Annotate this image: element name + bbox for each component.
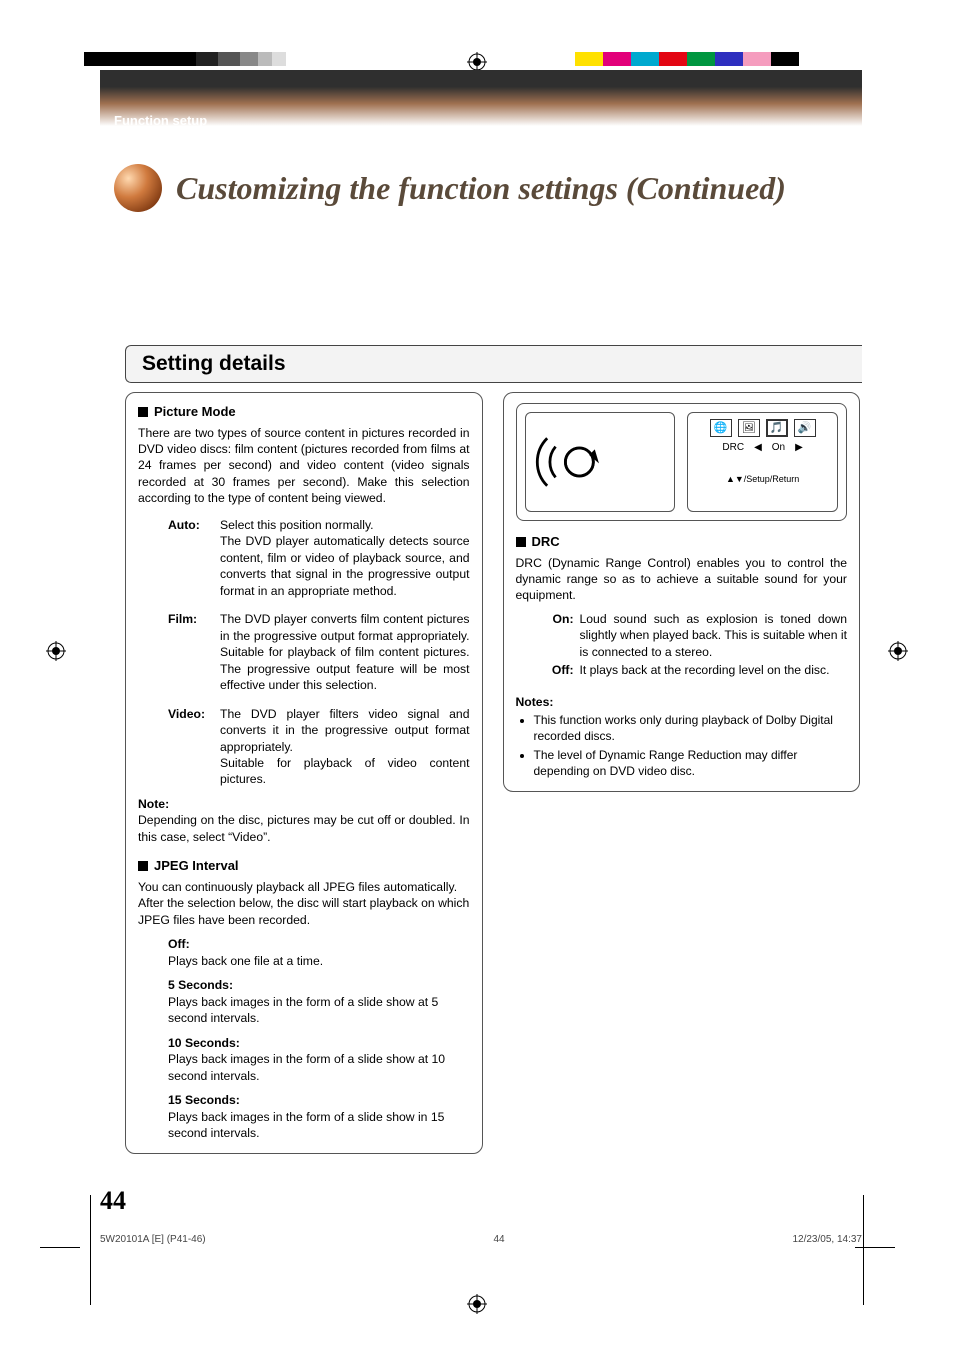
- osd-tab-icons: 🌐 🖼 🎵 🔊: [694, 419, 831, 437]
- left-arrow-icon: ◀: [754, 441, 762, 455]
- page-number: 44: [100, 1186, 126, 1216]
- pm-opt-auto: Auto: Select this position normally. The…: [168, 515, 470, 601]
- drc-opt-on: On: Loud sound such as explosion is tone…: [544, 610, 848, 661]
- jpeg-opt-5s-desc: Plays back images in the form of a slide…: [168, 994, 470, 1027]
- jpeg-opt-10s: 10 Seconds: Plays back images in the for…: [138, 1035, 470, 1084]
- jpeg-intro1: You can continuously playback all JPEG f…: [138, 879, 470, 895]
- registration-mark-right: [888, 641, 908, 661]
- drc-intro: DRC (Dynamic Range Control) enables you …: [516, 555, 848, 604]
- jpeg-intro2: After the selection below, the disc will…: [138, 895, 470, 928]
- picture-icon: 🖼: [738, 419, 760, 437]
- picture-mode-options: Auto: Select this position normally. The…: [168, 515, 470, 790]
- jpeg-opt-15s: 15 Seconds: Plays back images in the for…: [138, 1092, 470, 1141]
- registration-mark-bottom: [467, 1294, 487, 1314]
- picture-mode-intro: There are two types of source content in…: [138, 425, 470, 507]
- section-heading: Setting details: [125, 345, 862, 383]
- osd-value-row: DRC ◀ On ▶: [694, 441, 831, 455]
- color-bars-right: [575, 52, 799, 66]
- jpeg-opt-10s-label: 10 Seconds:: [168, 1035, 470, 1051]
- registration-mark-top: [467, 52, 487, 72]
- pm-opt-video-desc2: Suitable for playback of video content p…: [220, 756, 470, 786]
- left-box: Picture Mode There are two types of sour…: [125, 392, 483, 1154]
- jpeg-opt-10s-desc: Plays back images in the form of a slide…: [168, 1051, 470, 1084]
- content-columns: Picture Mode There are two types of sour…: [125, 392, 860, 1154]
- jpeg-opt-15s-desc: Plays back images in the form of a slide…: [168, 1109, 470, 1142]
- osd-label: DRC: [722, 441, 744, 455]
- drc-opt-off-label: Off:: [544, 661, 580, 679]
- footer-meta: 5W20101A [E] (P41-46) 44 12/23/05, 14:37: [100, 1234, 862, 1245]
- drc-note-1: This function works only during playback…: [534, 712, 848, 744]
- left-column: Picture Mode There are two types of sour…: [125, 392, 483, 1154]
- footer-center: 44: [493, 1234, 504, 1245]
- audio-icon: 🎵: [766, 419, 788, 437]
- globe-icon: 🌐: [710, 419, 732, 437]
- picture-mode-label: Picture Mode: [154, 403, 236, 421]
- pm-opt-film-desc: The DVD player converts film content pic…: [220, 609, 470, 695]
- section-label: Function setup: [114, 113, 207, 128]
- title-row: Customizing the function settings (Conti…: [114, 164, 786, 212]
- drc-notes-list: This function works only during playback…: [516, 712, 848, 779]
- pm-opt-film-label: Film:: [168, 609, 220, 695]
- pm-opt-video-desc1: The DVD player filters video signal and …: [220, 707, 470, 754]
- jpeg-opt-off-desc: Plays back one file at a time.: [168, 953, 470, 969]
- jpeg-opt-15s-label: 15 Seconds:: [168, 1092, 470, 1108]
- drc-heading: DRC: [516, 533, 848, 551]
- drc-opt-on-label: On:: [544, 610, 580, 661]
- drc-opt-off: Off: It plays back at the recording leve…: [544, 661, 848, 679]
- picture-mode-heading: Picture Mode: [138, 403, 470, 421]
- pm-opt-film: Film: The DVD player converts film conte…: [168, 609, 470, 695]
- footer-left: 5W20101A [E] (P41-46): [100, 1234, 206, 1245]
- pm-note-label: Note:: [138, 796, 470, 812]
- color-bars-left: [84, 52, 286, 66]
- right-arrow-icon: ▶: [795, 441, 803, 455]
- jpeg-opt-off: Off: Plays back one file at a time.: [138, 936, 470, 969]
- bullet-square-icon: [516, 537, 526, 547]
- drc-opt-off-desc: It plays back at the recording level on …: [580, 661, 848, 679]
- settings-icon: 🔊: [794, 419, 816, 437]
- sphere-icon: [114, 164, 162, 212]
- registration-mark-left: [46, 641, 66, 661]
- right-box: 🌐 🖼 🎵 🔊 DRC ◀ On ▶ ▲▼/Setup/Return: [503, 392, 861, 792]
- jpeg-opt-off-label: Off:: [168, 936, 470, 952]
- pm-opt-auto-desc2: The DVD player automatically detects sou…: [220, 534, 470, 597]
- bullet-square-icon: [138, 861, 148, 871]
- osd-left-pane: [525, 412, 676, 512]
- drc-note-2: The level of Dynamic Range Reduction may…: [534, 747, 848, 779]
- jpeg-interval-heading: JPEG Interval: [138, 857, 470, 875]
- page-title: Customizing the function settings (Conti…: [176, 170, 786, 207]
- drc-notes-label: Notes:: [516, 694, 848, 710]
- pm-opt-auto-desc1: Select this position normally.: [220, 518, 374, 532]
- right-column: 🌐 🖼 🎵 🔊 DRC ◀ On ▶ ▲▼/Setup/Return: [503, 392, 861, 792]
- pm-opt-auto-label: Auto:: [168, 515, 220, 601]
- pm-opt-video: Video: The DVD player filters video sign…: [168, 704, 470, 790]
- jpeg-interval-label: JPEG Interval: [154, 857, 239, 875]
- drc-label: DRC: [532, 533, 560, 551]
- pm-opt-video-label: Video:: [168, 704, 220, 790]
- osd-footer-text: ▲▼/Setup/Return: [694, 473, 831, 485]
- jpeg-opt-5s-label: 5 Seconds:: [168, 977, 470, 993]
- bullet-square-icon: [138, 407, 148, 417]
- pm-note-body: Depending on the disc, pictures may be c…: [138, 812, 470, 845]
- osd-panel: 🌐 🖼 🎵 🔊 DRC ◀ On ▶ ▲▼/Setup/Return: [516, 403, 848, 521]
- jpeg-opt-5s: 5 Seconds: Plays back images in the form…: [138, 977, 470, 1026]
- osd-right-pane: 🌐 🖼 🎵 🔊 DRC ◀ On ▶ ▲▼/Setup/Return: [687, 412, 838, 512]
- drc-options: On: Loud sound such as explosion is tone…: [544, 610, 848, 680]
- osd-value: On: [772, 441, 785, 455]
- drc-opt-on-desc: Loud sound such as explosion is toned do…: [580, 610, 848, 661]
- header-gradient: [100, 70, 862, 126]
- footer-right: 12/23/05, 14:37: [792, 1234, 862, 1245]
